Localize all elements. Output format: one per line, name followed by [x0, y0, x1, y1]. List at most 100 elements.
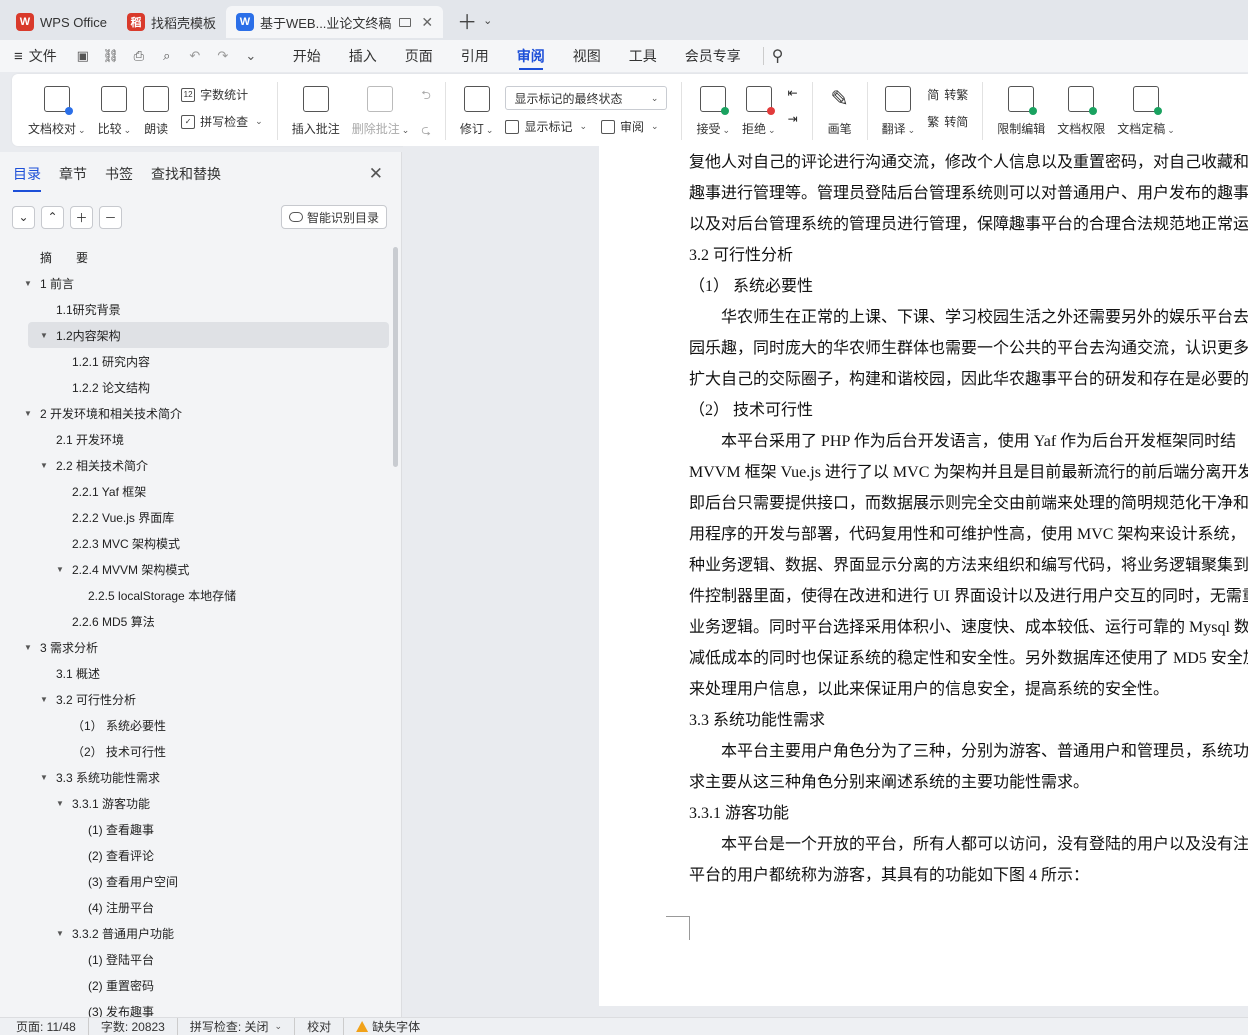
- tab-document[interactable]: W 基于WEB...业论文终稿 ✕: [225, 6, 444, 38]
- collapse-arrow-icon[interactable]: ▼: [54, 799, 66, 808]
- read-aloud-button[interactable]: 朗读: [137, 82, 175, 137]
- toc-item[interactable]: 1.2.1 研究内容: [0, 348, 401, 374]
- to-traditional-button[interactable]: 简转繁: [927, 86, 968, 103]
- toc-item[interactable]: ▼ 1.2内容架构: [28, 322, 389, 348]
- toc-item[interactable]: (4) 注册平台: [0, 894, 401, 920]
- compare-button[interactable]: 比较 ⌄: [92, 82, 138, 137]
- tab-insert[interactable]: 插入: [335, 40, 391, 72]
- toc-item[interactable]: 2.2.5 localStorage 本地存储: [0, 582, 401, 608]
- toc-item[interactable]: (1) 登陆平台: [0, 946, 401, 972]
- toc-item[interactable]: （1） 系统必要性: [0, 712, 401, 738]
- collapse-arrow-icon[interactable]: ▼: [38, 773, 50, 782]
- toc-item[interactable]: ▼ 1 前言: [0, 270, 401, 296]
- next-change-icon[interactable]: ⇥: [788, 112, 798, 126]
- redo-icon[interactable]: ↷: [215, 48, 231, 64]
- pen-button[interactable]: ✎ 画笔: [821, 82, 859, 137]
- page-indicator[interactable]: 页面: 11/48: [16, 1018, 89, 1035]
- tab-references[interactable]: 引用: [447, 40, 503, 72]
- show-markup-button[interactable]: 显示标记 ⌄: [505, 118, 587, 135]
- tab-wps-office[interactable]: W WPS Office: [6, 6, 117, 38]
- nav-tab-toc[interactable]: 目录: [13, 164, 41, 192]
- share-icon[interactable]: ⛓: [103, 48, 120, 64]
- save-icon[interactable]: ▣: [75, 48, 91, 64]
- markup-state-select[interactable]: 显示标记的最终状态 ⌄: [505, 86, 668, 110]
- collapse-arrow-icon[interactable]: ▼: [38, 331, 50, 340]
- search-icon[interactable]: ⚲: [772, 46, 784, 66]
- tab-tools[interactable]: 工具: [615, 40, 671, 72]
- collapse-arrow-icon[interactable]: ▼: [22, 643, 34, 652]
- file-menu-button[interactable]: ≡ 文件: [14, 46, 57, 66]
- toc-item[interactable]: ▼ 3.2 可行性分析: [0, 686, 401, 712]
- nav-tab-find-replace[interactable]: 查找和替换: [151, 164, 221, 184]
- window-icon[interactable]: [399, 17, 412, 27]
- accept-button[interactable]: 接受 ⌄: [690, 82, 736, 137]
- document-permissions-button[interactable]: 文档权限: [1051, 82, 1111, 137]
- collapse-up-icon[interactable]: ⌃: [41, 205, 64, 229]
- toc-item[interactable]: ▼ 3.3.2 普通用户功能: [0, 920, 401, 946]
- new-tab-button[interactable]: ＋ ⌄: [457, 6, 492, 35]
- collapse-arrow-icon[interactable]: ▼: [54, 929, 66, 938]
- toc-item[interactable]: ▼ 2.2.4 MVVM 架构模式: [0, 556, 401, 582]
- toc-item[interactable]: (1) 查看趣事: [0, 816, 401, 842]
- expand-down-icon[interactable]: ⌄: [12, 205, 35, 229]
- tab-home[interactable]: 开始: [279, 40, 335, 72]
- tab-template-store[interactable]: 稻 找稻壳模板: [117, 6, 226, 38]
- toc-scrollbar[interactable]: [393, 247, 398, 467]
- track-changes-button[interactable]: 修订 ⌄: [454, 82, 500, 137]
- spell-check-status[interactable]: 拼写检查: 关闭 ⌄: [178, 1018, 296, 1035]
- remove-heading-icon[interactable]: －: [99, 205, 122, 229]
- word-count-button[interactable]: 12 字数统计: [181, 86, 263, 103]
- toc-item[interactable]: 摘 要: [0, 244, 401, 270]
- collapse-arrow-icon[interactable]: ▼: [22, 279, 34, 288]
- collapse-arrow-icon[interactable]: ▼: [38, 695, 50, 704]
- print-preview-icon[interactable]: ⌕: [159, 48, 175, 64]
- toc-item[interactable]: 1.2.2 论文结构: [0, 374, 401, 400]
- insert-comment-button[interactable]: 插入批注: [286, 82, 346, 137]
- to-simplified-button[interactable]: 繁转简: [927, 113, 968, 130]
- undo-icon[interactable]: ↶: [187, 48, 203, 64]
- toc-item[interactable]: 3.1 概述: [0, 660, 401, 686]
- toc-item[interactable]: (2) 重置密码: [0, 972, 401, 998]
- document-page[interactable]: 复他人对自己的评论进行沟通交流，修改个人信息以及重置密码，对自己收藏和 趣事进行管…: [599, 146, 1248, 1006]
- toc-item[interactable]: (3) 查看用户空间: [0, 868, 401, 894]
- tab-page[interactable]: 页面: [391, 40, 447, 72]
- close-icon[interactable]: ✕: [421, 14, 433, 31]
- spell-check-button[interactable]: ✓ 拼写检查 ⌄: [181, 113, 263, 130]
- toc-item[interactable]: ▼ 2.2 相关技术简介: [0, 452, 401, 478]
- toc-item[interactable]: 2.2.2 Vue.js 界面库: [0, 504, 401, 530]
- previous-comment-icon[interactable]: ⮌: [421, 86, 431, 107]
- reject-button[interactable]: 拒绝 ⌄: [736, 82, 782, 137]
- word-count-indicator[interactable]: 字数: 20823: [89, 1018, 178, 1035]
- nav-tab-sections[interactable]: 章节: [59, 164, 87, 184]
- toc-item[interactable]: ▼ 3 需求分析: [0, 634, 401, 660]
- toc-item[interactable]: 2.1 开发环境: [0, 426, 401, 452]
- toc-item[interactable]: ▼ 3.3 系统功能性需求: [0, 764, 401, 790]
- tab-member[interactable]: 会员专享: [671, 40, 755, 72]
- nav-tab-bookmarks[interactable]: 书签: [105, 164, 133, 184]
- collapse-arrow-icon[interactable]: ▼: [22, 409, 34, 418]
- review-pane-button[interactable]: 审阅 ⌄: [601, 118, 659, 135]
- translate-button[interactable]: 翻译 ⌄: [876, 82, 922, 137]
- tab-view[interactable]: 视图: [559, 40, 615, 72]
- chevron-down-icon[interactable]: ⌄: [243, 48, 259, 64]
- toc-item[interactable]: (2) 查看评论: [0, 842, 401, 868]
- finalize-button[interactable]: 文档定稿 ⌄: [1111, 82, 1181, 137]
- smart-toc-button[interactable]: 智能识别目录: [280, 205, 387, 229]
- add-heading-icon[interactable]: ＋: [70, 205, 93, 229]
- toc-item[interactable]: ▼ 3.3.1 游客功能: [0, 790, 401, 816]
- previous-change-icon[interactable]: ⇤: [788, 86, 798, 100]
- missing-font-status[interactable]: 缺失字体: [344, 1018, 432, 1035]
- delete-comment-button[interactable]: 删除批注 ⌄: [346, 82, 416, 137]
- next-comment-icon[interactable]: ⮎: [421, 121, 431, 142]
- tab-review[interactable]: 审阅: [503, 40, 559, 72]
- restrict-edit-button[interactable]: 限制编辑: [991, 82, 1051, 137]
- toc-item[interactable]: 2.2.6 MD5 算法: [0, 608, 401, 634]
- toc-item[interactable]: 2.2.1 Yaf 框架: [0, 478, 401, 504]
- toc-item[interactable]: ▼ 2 开发环境和相关技术简介: [0, 400, 401, 426]
- collapse-arrow-icon[interactable]: ▼: [38, 461, 50, 470]
- proof-status[interactable]: 校对: [295, 1018, 345, 1035]
- toc-item[interactable]: 2.2.3 MVC 架构模式: [0, 530, 401, 556]
- print-icon[interactable]: ⎙: [131, 48, 147, 64]
- chevron-down-icon[interactable]: ⌄: [483, 14, 492, 27]
- close-icon[interactable]: ✕: [369, 164, 383, 184]
